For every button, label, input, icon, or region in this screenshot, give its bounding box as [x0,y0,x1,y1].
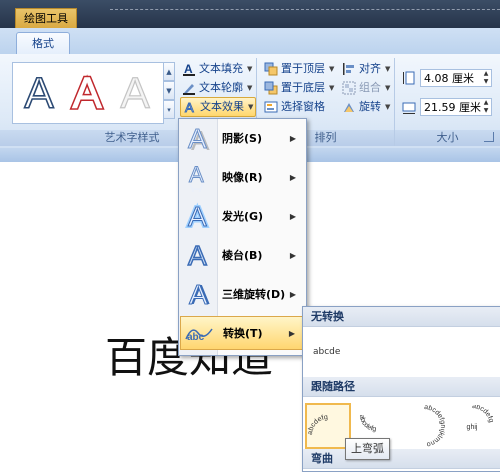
text-outline-button[interactable]: 文本轮廓 ▼ [182,79,252,97]
text-effects-icon: A [183,100,197,114]
gallery-up-button[interactable]: ▲ [163,62,175,81]
svg-text:A: A [185,100,194,114]
svg-text:abc: abc [187,332,205,343]
drawing-tools-context-tab: 绘图工具 [15,8,77,29]
reflection-icon: AA [180,162,216,192]
chevron-right-icon: ▶ [288,328,295,338]
text-effects-menu: AA 阴影(S) ▶ AA 映像(R) ▶ AA 发光(G) ▶ A 棱台(B) ▶ A… [178,118,307,356]
transform-submenu: 无转换 abcde 跟随路径 abcdefg abcdefg abcdefghi… [302,306,500,472]
align-icon [342,62,356,76]
text-fill-icon: A [182,62,196,76]
wordart-red-icon: A A [70,70,104,114]
wordart-light-icon: A [120,70,151,114]
chevron-right-icon: ▶ [289,211,296,221]
group-label-left [0,130,8,146]
shape-height-icon [403,71,415,85]
chevron-down-icon: ▼ [247,84,253,92]
ribbon-tab-row [0,28,500,54]
bevel-icon: A [180,240,216,270]
send-back-icon [264,81,278,95]
menu-item-3d-rotation[interactable]: AA 三维旋转(D) ▶ [180,277,304,311]
bring-to-front-button[interactable]: 置于顶层 ▼ [264,60,334,78]
send-to-back-button[interactable]: 置于底层 ▼ [264,79,334,97]
tab-format[interactable]: 格式 [16,32,70,55]
rotate-button[interactable]: 旋转 ▼ [342,98,390,116]
text-outline-icon [182,81,196,95]
svg-text:A: A [189,279,208,309]
dialog-launcher-icon[interactable] [484,132,494,142]
svg-text:A: A [120,70,150,114]
svg-text:A: A [188,123,207,153]
tooltip: 上弯弧 [345,438,390,460]
path-option-circle[interactable]: abcdefghijklmno [401,403,447,449]
group-icon [342,81,356,95]
context-divider [110,9,500,11]
chevron-down-icon: ▼ [248,103,254,111]
gallery-more-button[interactable]: ▾ [163,100,175,119]
svg-text:abcdefg: abcdefg [472,405,493,423]
svg-text:abcdefg: abcdefg [307,414,328,435]
spinner-icon[interactable]: ▲ ▼ [481,99,491,115]
svg-text:abcdefg: abcdefg [358,414,377,433]
gallery-scroll[interactable]: ▲ ▼ ▾ [163,62,175,122]
arch-up-icon: abcdefg [307,414,328,435]
menu-item-glow[interactable]: AA 发光(G) ▶ [180,199,304,233]
wordart-style-light[interactable]: A [113,67,157,117]
group-button[interactable]: 组合 ▼ [342,79,390,97]
chevron-right-icon: ▶ [289,289,296,299]
3d-rotation-icon: AA [180,279,216,309]
menu-item-shadow[interactable]: AA 阴影(S) ▶ [180,121,304,155]
warp-header: 弯曲 [303,449,500,469]
rotate-icon [342,100,356,114]
wordart-style-outline[interactable]: A [17,67,61,117]
follow-path-header: 跟随路径 [303,377,500,397]
text-fill-button[interactable]: A 文本填充 ▼ [182,60,252,78]
svg-text:ghij: ghij [467,424,478,431]
transform-icon: abc [181,323,217,343]
no-transform-header: 无转换 [303,307,500,327]
menu-item-bevel[interactable]: A 棱台(B) ▶ [180,238,304,272]
selection-pane-icon [264,100,278,114]
chevron-right-icon: ▶ [289,172,296,182]
menu-item-reflection[interactable]: AA 映像(R) ▶ [180,160,304,194]
align-button[interactable]: 对齐 ▼ [342,60,390,78]
wordart-style-red[interactable]: A A [65,67,109,117]
bring-front-icon [264,62,278,76]
width-input[interactable]: 21.59 厘米 ▲ ▼ [420,98,492,116]
svg-text:A: A [24,70,54,114]
height-input[interactable]: 4.08 厘米 ▲ ▼ [420,69,492,87]
wordart-outline-icon: A [24,70,56,114]
gallery-down-button[interactable]: ▼ [163,81,175,100]
height-control[interactable]: 4.08 厘米 ▲ ▼ [402,69,492,87]
text-effects-button[interactable]: A 文本效果 ▼ [180,97,257,117]
wordart-style-gallery[interactable]: A A A A [12,62,164,124]
button-path-icon: abcdefg ghij [467,405,493,431]
svg-text:A: A [188,201,207,231]
chevron-right-icon: ▶ [289,133,296,143]
spinner-icon[interactable]: ▲ ▼ [481,70,491,86]
chevron-down-icon: ▼ [247,65,253,73]
svg-text:A: A [188,240,207,270]
menu-item-transform[interactable]: abc 转换(T) ▶ [180,316,304,350]
svg-text:A: A [72,70,102,114]
shape-width-icon [402,102,416,114]
glow-icon: AA [180,201,216,231]
shadow-icon: AA [180,123,216,153]
chevron-right-icon: ▶ [289,250,296,260]
svg-text:A: A [189,179,204,192]
selection-pane-button[interactable]: 选择窗格 [264,98,325,116]
svg-text:abcdefghijklmno: abcdefghijklmno [424,405,445,447]
path-option-button[interactable]: abcdefg ghij [449,403,495,449]
no-transform-option[interactable]: abcde [313,347,340,357]
svg-text:A: A [184,62,193,76]
circle-path-icon: abcdefghijklmno [424,405,445,447]
width-control[interactable]: 21.59 厘米 ▲ ▼ [402,98,492,116]
